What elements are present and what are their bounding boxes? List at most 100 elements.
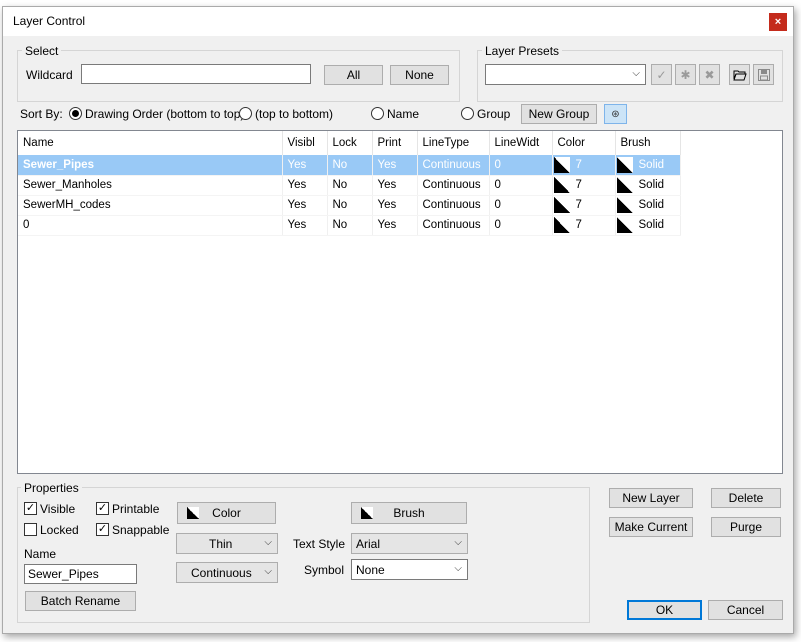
sort-by-label: Sort By: bbox=[20, 107, 63, 121]
cell-color[interactable]: 7 bbox=[552, 155, 616, 176]
symbol-value: None bbox=[356, 563, 385, 577]
purge-button[interactable]: Purge bbox=[711, 517, 781, 537]
symbol-label: Symbol bbox=[304, 563, 345, 577]
text-style-dropdown[interactable]: Arial ⌵ bbox=[351, 533, 468, 554]
sort-top-to-bottom-radio[interactable] bbox=[239, 107, 252, 120]
column-header-lock[interactable]: Lock bbox=[327, 131, 373, 155]
layer-control-dialog: Layer Control × Select Wildcard All None… bbox=[2, 6, 794, 634]
wildcard-input[interactable] bbox=[81, 64, 311, 84]
cell-linetype[interactable]: Continuous bbox=[417, 175, 490, 196]
cell-visible[interactable]: Yes bbox=[282, 215, 328, 236]
cell-brush[interactable]: Solid bbox=[615, 215, 681, 236]
batch-rename-button[interactable]: Batch Rename bbox=[25, 591, 136, 611]
locked-checkbox[interactable] bbox=[24, 523, 37, 536]
table-row[interactable]: SewerMH_codes Yes No Yes Continuous 0 7 … bbox=[18, 195, 681, 216]
cell-color[interactable]: 7 bbox=[552, 215, 616, 236]
cell-print[interactable]: Yes bbox=[372, 155, 418, 176]
column-header-print[interactable]: Print bbox=[372, 131, 418, 155]
cell-color-value: 7 bbox=[575, 199, 582, 212]
table-row[interactable]: Sewer_Manholes Yes No Yes Continuous 0 7… bbox=[18, 175, 681, 196]
delete-preset-button[interactable]: ✖ bbox=[699, 64, 720, 85]
sort-name-label[interactable]: Name bbox=[387, 107, 419, 121]
visible-label[interactable]: Visible bbox=[40, 502, 75, 516]
close-icon: × bbox=[774, 16, 782, 28]
layers-table[interactable]: Name Visibl Lock Print LineType LineWidt… bbox=[17, 130, 783, 474]
snappable-checkbox[interactable]: ✓ bbox=[96, 523, 109, 536]
sort-group-radio[interactable] bbox=[461, 107, 474, 120]
sort-name-radio[interactable] bbox=[371, 107, 384, 120]
cell-brush[interactable]: Solid bbox=[615, 175, 681, 196]
printable-checkbox[interactable]: ✓ bbox=[96, 502, 109, 515]
cell-lock[interactable]: No bbox=[327, 215, 373, 236]
window-title: Layer Control bbox=[13, 14, 86, 28]
new-layer-button[interactable]: New Layer bbox=[609, 488, 693, 508]
column-header-linetype[interactable]: LineType bbox=[417, 131, 490, 155]
cell-linetype[interactable]: Continuous bbox=[417, 215, 490, 236]
select-all-button[interactable]: All bbox=[324, 65, 383, 85]
cell-brush[interactable]: Solid bbox=[615, 195, 681, 216]
cell-print[interactable]: Yes bbox=[372, 175, 418, 196]
make-current-button[interactable]: Make Current bbox=[609, 517, 693, 537]
symbol-dropdown[interactable]: None ⌵ bbox=[351, 559, 468, 580]
cell-linetype[interactable]: Continuous bbox=[417, 195, 490, 216]
table-row[interactable]: Sewer_Pipes Yes No Yes Continuous 0 7 So… bbox=[18, 155, 681, 176]
column-header-name[interactable]: Name bbox=[18, 131, 283, 155]
linewidth-dropdown[interactable]: Thin ⌵ bbox=[176, 533, 278, 554]
cell-lock[interactable]: No bbox=[327, 175, 373, 196]
collapse-icon: ⊛ bbox=[611, 108, 620, 120]
open-preset-button[interactable] bbox=[729, 64, 750, 85]
snappable-label[interactable]: Snappable bbox=[112, 523, 169, 537]
locked-label[interactable]: Locked bbox=[40, 523, 79, 537]
cell-print[interactable]: Yes bbox=[372, 215, 418, 236]
column-header-visible[interactable]: Visibl bbox=[282, 131, 328, 155]
column-header-brush[interactable]: Brush bbox=[615, 131, 681, 155]
color-button[interactable]: Color bbox=[177, 502, 276, 524]
cell-color[interactable]: 7 bbox=[552, 195, 616, 216]
new-preset-button[interactable]: ✱ bbox=[675, 64, 696, 85]
column-header-color[interactable]: Color bbox=[552, 131, 616, 155]
cell-name[interactable]: 0 bbox=[18, 215, 283, 236]
cell-visible[interactable]: Yes bbox=[282, 175, 328, 196]
new-group-button[interactable]: New Group bbox=[521, 104, 597, 124]
sort-drawing-order-bottom-label[interactable]: Drawing Order (bottom to top) bbox=[85, 107, 244, 121]
cell-linetype[interactable]: Continuous bbox=[417, 155, 490, 176]
check-icon: ✓ bbox=[656, 67, 667, 82]
cell-name[interactable]: SewerMH_codes bbox=[18, 195, 283, 216]
visible-checkbox[interactable]: ✓ bbox=[24, 502, 37, 515]
cell-name[interactable]: Sewer_Manholes bbox=[18, 175, 283, 196]
close-button[interactable]: × bbox=[769, 13, 787, 31]
sort-group-label[interactable]: Group bbox=[477, 107, 510, 121]
cancel-button[interactable]: Cancel bbox=[708, 600, 783, 620]
cell-visible[interactable]: Yes bbox=[282, 195, 328, 216]
cell-linewidth[interactable]: 0 bbox=[489, 195, 553, 216]
layer-presets-dropdown[interactable]: ⌵ bbox=[485, 64, 646, 85]
brush-button[interactable]: Brush bbox=[351, 502, 467, 524]
delete-layer-button[interactable]: Delete bbox=[711, 488, 781, 508]
cell-brush[interactable]: Solid bbox=[615, 155, 681, 176]
ok-button[interactable]: OK bbox=[627, 600, 702, 620]
cell-visible[interactable]: Yes bbox=[282, 155, 328, 176]
cell-lock[interactable]: No bbox=[327, 195, 373, 216]
select-none-button[interactable]: None bbox=[390, 65, 449, 85]
collapse-groups-button[interactable]: ⊛ bbox=[604, 104, 627, 124]
cell-lock[interactable]: No bbox=[327, 155, 373, 176]
cell-color-value: 7 bbox=[575, 219, 582, 232]
cell-linewidth[interactable]: 0 bbox=[489, 175, 553, 196]
apply-preset-button[interactable]: ✓ bbox=[651, 64, 672, 85]
sort-top-to-bottom-label[interactable]: (top to bottom) bbox=[255, 107, 333, 121]
cell-name[interactable]: Sewer_Pipes bbox=[18, 155, 283, 176]
save-preset-button[interactable] bbox=[753, 64, 774, 85]
title-bar[interactable]: Layer Control × bbox=[3, 7, 793, 36]
sort-drawing-order-bottom-radio[interactable] bbox=[69, 107, 82, 120]
column-header-linewidth[interactable]: LineWidt bbox=[489, 131, 553, 155]
table-row[interactable]: 0 Yes No Yes Continuous 0 7 Solid bbox=[18, 215, 681, 236]
layer-name-input[interactable]: Sewer_Pipes bbox=[24, 564, 137, 584]
chevron-down-icon: ⌵ bbox=[454, 537, 462, 548]
cell-linewidth[interactable]: 0 bbox=[489, 215, 553, 236]
cell-print[interactable]: Yes bbox=[372, 195, 418, 216]
cell-linewidth[interactable]: 0 bbox=[489, 155, 553, 176]
cell-color[interactable]: 7 bbox=[552, 175, 616, 196]
linetype-dropdown[interactable]: Continuous ⌵ bbox=[176, 562, 278, 583]
printable-label[interactable]: Printable bbox=[112, 502, 159, 516]
chevron-down-icon: ⌵ bbox=[632, 68, 640, 79]
